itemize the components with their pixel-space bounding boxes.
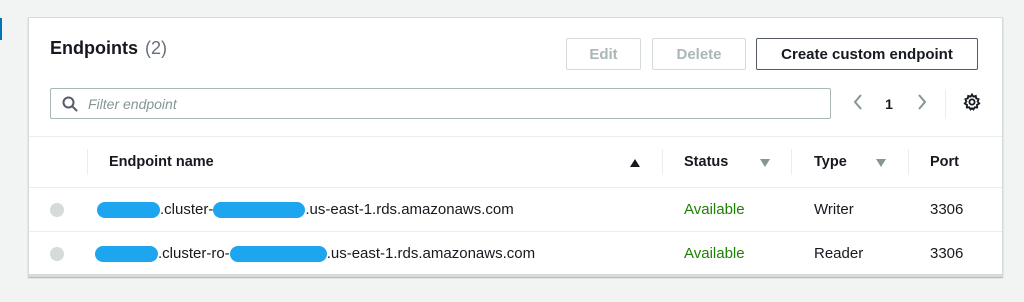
column-separator	[662, 149, 663, 175]
table-row[interactable]: .cluster- .us-east-1.rds.amazonaws.com Av…	[29, 188, 1002, 232]
endpoint-count: (2)	[145, 38, 168, 58]
filter-box[interactable]	[50, 88, 831, 119]
gear-icon	[963, 92, 981, 116]
port-cell: 3306	[930, 245, 964, 262]
page-number-1[interactable]: 1	[881, 91, 897, 117]
chevron-right-icon	[917, 93, 927, 115]
table-row[interactable]: .cluster-ro- .us-east-1.rds.amazonaws.com…	[29, 232, 1002, 276]
column-header-label: Status	[684, 154, 729, 170]
status-cell: Available	[684, 245, 745, 262]
column-header-status[interactable]: Status	[684, 137, 728, 187]
redaction-mark	[229, 245, 327, 262]
endpoint-name-cell: .cluster- .us-east-1.rds.amazonaws.com	[97, 188, 514, 231]
column-separator	[908, 149, 909, 175]
endpoint-name-part: .us-east-1.rds.amazonaws.com	[305, 201, 514, 218]
endpoint-name-part: .us-east-1.rds.amazonaws.com	[326, 245, 536, 262]
column-separator	[87, 149, 88, 175]
search-icon	[62, 96, 78, 112]
previous-page-button[interactable]	[847, 91, 869, 117]
edit-button[interactable]: Edit	[566, 38, 641, 70]
type-cell: Writer	[814, 201, 854, 218]
port-cell: 3306	[930, 201, 964, 218]
panel-title-text: Endpoints	[50, 38, 138, 58]
sort-ascending-icon[interactable]	[629, 156, 641, 168]
column-header-label: Type	[814, 154, 847, 170]
redaction-mark	[213, 201, 306, 218]
endpoint-name-part: .cluster-ro-	[158, 245, 230, 262]
endpoints-panel: Endpoints (2) Edit Delete Create custom …	[28, 17, 1003, 277]
endpoint-name-cell: .cluster-ro- .us-east-1.rds.amazonaws.com	[95, 232, 535, 275]
next-page-button[interactable]	[911, 91, 933, 117]
panel-bottom-border	[29, 274, 1002, 276]
row-select-radio[interactable]	[50, 203, 64, 217]
type-cell: Reader	[814, 245, 864, 262]
pager-divider	[945, 89, 946, 119]
column-header-label: Endpoint name	[109, 154, 214, 170]
panel-title: Endpoints (2)	[50, 38, 167, 59]
sort-descending-icon[interactable]	[759, 156, 771, 168]
sort-descending-icon[interactable]	[875, 156, 887, 168]
table-settings-button[interactable]	[961, 92, 983, 116]
endpoint-name-part: .cluster-	[160, 201, 214, 218]
delete-button[interactable]: Delete	[652, 38, 746, 70]
column-header-port: Port	[930, 137, 959, 187]
filter-endpoint-input[interactable]	[86, 89, 830, 118]
row-select-radio[interactable]	[50, 247, 64, 261]
nav-active-marker	[0, 18, 2, 40]
chevron-left-icon	[853, 93, 863, 115]
redaction-mark	[95, 245, 158, 262]
column-header-type[interactable]: Type	[814, 137, 847, 187]
column-separator	[791, 149, 792, 175]
table-header: Endpoint name Status Type Port	[29, 137, 1002, 188]
column-header-label: Port	[930, 154, 959, 170]
redaction-mark	[97, 201, 160, 218]
status-cell: Available	[684, 201, 745, 218]
column-header-endpoint-name[interactable]: Endpoint name	[109, 137, 657, 187]
create-custom-endpoint-button[interactable]: Create custom endpoint	[756, 38, 978, 70]
